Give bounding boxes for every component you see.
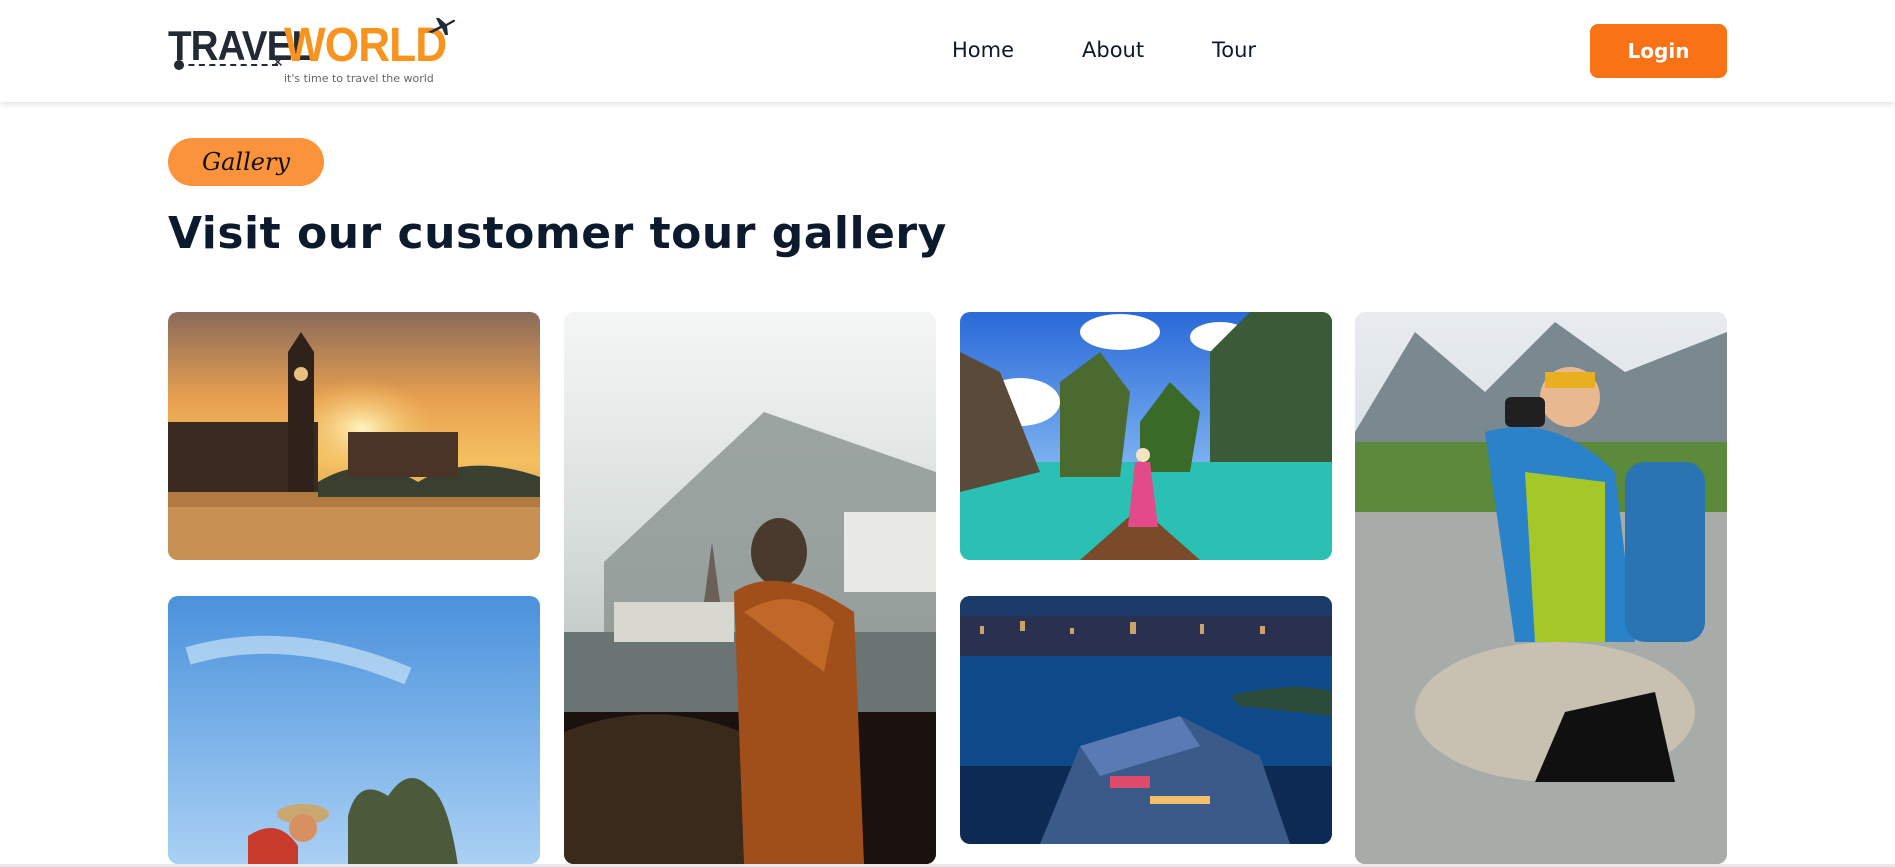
hallstatt-traveler-image xyxy=(564,312,936,864)
gallery-image-night-city[interactable] xyxy=(960,596,1332,844)
travelworld-logo[interactable]: TRAVEL WORLD ✕ it's time to travel the w… xyxy=(168,14,468,86)
logo-tagline: it's time to travel the world xyxy=(284,72,434,85)
backpacker-island-image xyxy=(168,596,540,864)
gallery-badge: Gallery xyxy=(168,138,324,186)
gallery-image-hallstatt[interactable] xyxy=(564,312,936,864)
gallery-image-london[interactable] xyxy=(168,312,540,560)
lagoon-boat-image xyxy=(960,312,1332,560)
nav-home[interactable]: Home xyxy=(952,38,1014,62)
nav-tour[interactable]: Tour xyxy=(1212,38,1256,62)
top-navbar: TRAVEL WORLD ✕ it's time to travel the w… xyxy=(0,0,1895,102)
nav-about[interactable]: About xyxy=(1082,38,1144,62)
logo-dashed-path xyxy=(178,64,278,66)
gallery-title: Visit our customer tour gallery xyxy=(168,208,947,259)
logo-x-mark: ✕ xyxy=(272,55,284,71)
gallery-image-lagoon[interactable] xyxy=(960,312,1332,560)
logo-text-world: WORLD xyxy=(284,19,447,72)
gallery-image-hiker[interactable] xyxy=(1355,312,1727,864)
night-city-image xyxy=(960,596,1332,844)
login-button[interactable]: Login xyxy=(1590,24,1727,78)
gallery-image-backpacker[interactable] xyxy=(168,596,540,864)
airplane-icon xyxy=(428,18,456,35)
london-sunset-image xyxy=(168,312,540,560)
hiker-photographer-image xyxy=(1355,312,1727,864)
